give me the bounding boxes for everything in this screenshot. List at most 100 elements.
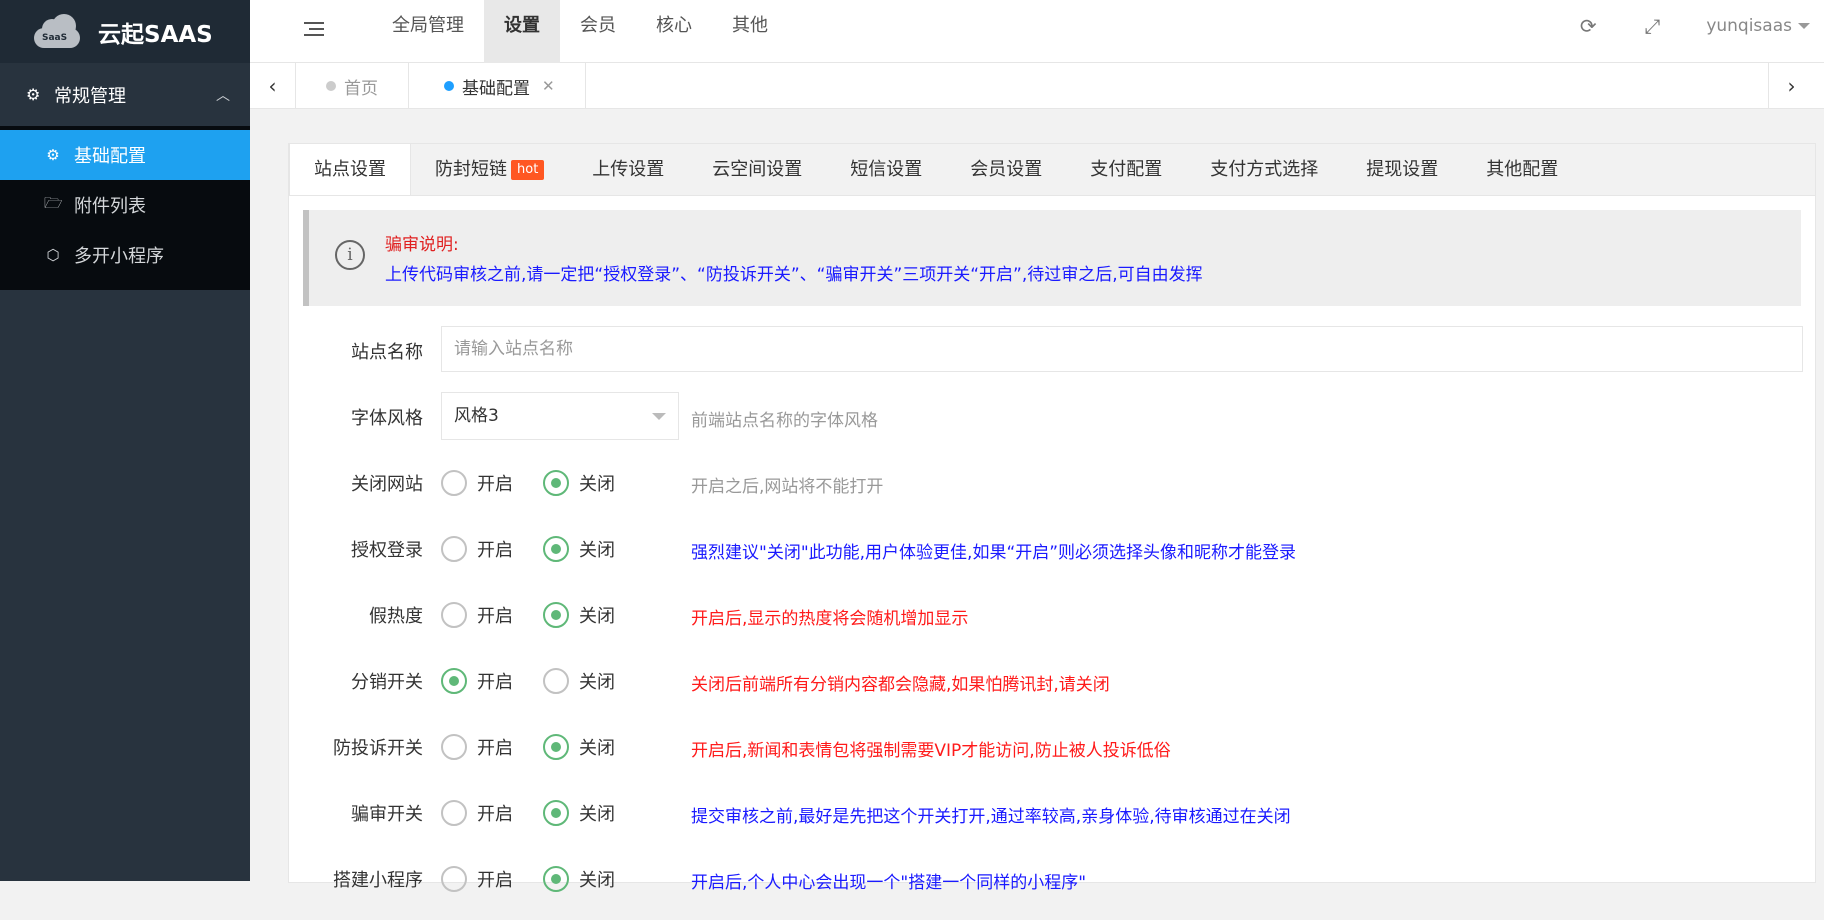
tab-payment-config[interactable]: 支付配置 <box>1066 144 1186 195</box>
field-label: 字体风格 <box>351 408 423 429</box>
status-dot <box>444 81 454 91</box>
header-right: ⟳ ⤢ yunqisaas <box>1578 0 1824 52</box>
nav-core[interactable]: 核心 <box>636 0 712 63</box>
radio-circle-icon <box>543 470 569 496</box>
settings-form: 站点名称 请输入站点名称 字体风格 风格3 前端站点名称的字体风格 关闭网站 开启… <box>289 326 1815 920</box>
sidebar-submenu: ⚙ 基础配置 🗁 附件列表 ⬡ 多开小程序 <box>0 126 250 290</box>
status-dot <box>326 81 336 91</box>
form-row-build-miniprogram: 搭建小程序 开启 关闭 开启后,个人中心会出现一个"搭建一个同样的小程序" <box>289 854 1815 920</box>
radio-circle-icon <box>543 536 569 562</box>
nav-other[interactable]: 其他 <box>712 0 788 63</box>
sidebar: SaaS 云起SAAS ⚙ 常规管理 ︿ ⚙ 基础配置 🗁 附件列表 ⬡ 多开小… <box>0 0 250 881</box>
tab-sms[interactable]: 短信设置 <box>826 144 946 195</box>
tab-upload[interactable]: 上传设置 <box>568 144 688 195</box>
radio-circle-icon <box>543 800 569 826</box>
radio-on[interactable]: 开启 <box>441 734 513 760</box>
radio-off[interactable]: 关闭 <box>543 602 615 628</box>
nav-settings[interactable]: 设置 <box>484 0 560 63</box>
radio-label: 开启 <box>477 474 513 495</box>
username: yunqisaas <box>1706 16 1792 36</box>
sidebar-group-label: 常规管理 <box>54 85 126 107</box>
tab-short-link[interactable]: 防封短链 hot <box>411 144 568 195</box>
nav-members[interactable]: 会员 <box>560 0 636 63</box>
sidebar-item-mini-programs[interactable]: ⬡ 多开小程序 <box>0 230 250 280</box>
radio-off[interactable]: 关闭 <box>543 536 615 562</box>
notice-box: i 骗审说明: 上传代码审核之前,请一定把“授权登录”、“防投诉开关”、“骗审开… <box>303 210 1801 306</box>
radio-off[interactable]: 关闭 <box>543 734 615 760</box>
tab-payment-method[interactable]: 支付方式选择 <box>1186 144 1342 195</box>
field-label: 授权登录 <box>351 540 423 561</box>
radio-on[interactable]: 开启 <box>441 800 513 826</box>
settings-tabs: 站点设置 防封短链 hot 上传设置 云空间设置 短信设置 会员设置 支付配置 支… <box>289 144 1815 196</box>
sidebar-item-label: 基础配置 <box>74 146 146 167</box>
page-tab-home[interactable]: 首页 <box>296 63 409 109</box>
logo[interactable]: SaaS 云起SAAS <box>0 0 250 63</box>
gear-icon: ⚙ <box>26 85 41 104</box>
radio-label: 关闭 <box>579 738 615 759</box>
radio-label: 开启 <box>477 672 513 693</box>
notice-body: 上传代码审核之前,请一定把“授权登录”、“防投诉开关”、“骗审开关”三项开关“开… <box>385 265 1203 285</box>
radio-label: 开启 <box>477 738 513 759</box>
radio-on[interactable]: 开启 <box>441 470 513 496</box>
form-row-fake-heat: 假热度 开启 关闭 开启后,显示的热度将会随机增加显示 <box>289 590 1815 656</box>
sidebar-item-label: 附件列表 <box>74 196 146 217</box>
radio-label: 关闭 <box>579 606 615 627</box>
fullscreen-icon[interactable]: ⤢ <box>1642 14 1662 38</box>
radio-on[interactable]: 开启 <box>441 668 513 694</box>
field-label: 分销开关 <box>351 672 423 693</box>
field-hint: 开启后,显示的热度将会随机增加显示 <box>691 609 969 629</box>
cube-icon: ⬡ <box>46 246 60 264</box>
tab-withdraw[interactable]: 提现设置 <box>1342 144 1462 195</box>
user-menu[interactable]: yunqisaas <box>1706 16 1810 36</box>
close-icon[interactable]: ✕ <box>542 77 555 95</box>
gear-icon: ⚙ <box>46 146 60 164</box>
radio-off[interactable]: 关闭 <box>543 800 615 826</box>
nav-global[interactable]: 全局管理 <box>372 0 484 63</box>
field-hint: 强烈建议"关闭"此功能,用户体验更佳,如果“开启”则必须选择头像和昵称才能登录 <box>691 543 1297 563</box>
tab-other-config[interactable]: 其他配置 <box>1462 144 1582 195</box>
field-label: 假热度 <box>369 606 423 627</box>
radio-label: 开启 <box>477 606 513 627</box>
radio-circle-icon <box>543 734 569 760</box>
font-style-select[interactable]: 风格3 <box>441 392 679 440</box>
radio-label: 关闭 <box>579 870 615 891</box>
radio-circle-icon <box>543 866 569 892</box>
radio-label: 开启 <box>477 870 513 891</box>
radio-label: 开启 <box>477 540 513 561</box>
caret-down-icon <box>652 413 666 420</box>
page-tabs-bar: ‹ 首页 基础配置 ✕ › <box>250 63 1824 109</box>
chevron-right-icon[interactable]: › <box>1768 63 1814 109</box>
sidebar-item-basic-config[interactable]: ⚙ 基础配置 <box>0 130 250 180</box>
refresh-icon[interactable]: ⟳ <box>1578 14 1598 38</box>
brand-title: 云起SAAS <box>98 21 213 48</box>
caret-down-icon <box>1798 23 1810 29</box>
field-hint: 关闭后前端所有分销内容都会隐藏,如果怕腾讯封,请关闭 <box>691 675 1110 695</box>
tab-site-settings[interactable]: 站点设置 <box>289 144 411 195</box>
tab-member[interactable]: 会员设置 <box>946 144 1066 195</box>
radio-circle-icon <box>543 602 569 628</box>
radio-on[interactable]: 开启 <box>441 536 513 562</box>
select-value: 风格3 <box>454 406 499 426</box>
site-name-input[interactable]: 请输入站点名称 <box>441 326 1803 372</box>
radio-circle-icon <box>441 734 467 760</box>
sidebar-group-general[interactable]: ⚙ 常规管理 ︿ <box>0 63 250 126</box>
radio-off[interactable]: 关闭 <box>543 470 615 496</box>
page-tab-basic-config[interactable]: 基础配置 ✕ <box>414 63 586 109</box>
notice-title: 骗审说明: <box>385 235 459 255</box>
top-header: 全局管理 设置 会员 核心 其他 ⟳ ⤢ yunqisaas <box>250 0 1824 63</box>
form-row-review-bypass: 骗审开关 开启 关闭 提交审核之前,最好是先把这个开关打开,通过率较高,亲身体验,待审… <box>289 788 1815 854</box>
radio-label: 关闭 <box>579 474 615 495</box>
form-row-close-site: 关闭网站 开启 关闭 开启之后,网站将不能打开 <box>289 458 1815 524</box>
tab-label: 防封短链 <box>435 159 507 180</box>
radio-circle-icon <box>441 536 467 562</box>
chevron-left-icon[interactable]: ‹ <box>250 63 296 109</box>
radio-circle-icon <box>543 668 569 694</box>
tab-cloud-space[interactable]: 云空间设置 <box>688 144 826 195</box>
sidebar-item-attachments[interactable]: 🗁 附件列表 <box>0 180 250 230</box>
radio-on[interactable]: 开启 <box>441 866 513 892</box>
field-hint: 提交审核之前,最好是先把这个开关打开,通过率较高,亲身体验,待审核通过在关闭 <box>691 807 1291 827</box>
menu-toggle-icon[interactable] <box>304 18 324 40</box>
radio-on[interactable]: 开启 <box>441 602 513 628</box>
radio-off[interactable]: 关闭 <box>543 668 615 694</box>
radio-off[interactable]: 关闭 <box>543 866 615 892</box>
